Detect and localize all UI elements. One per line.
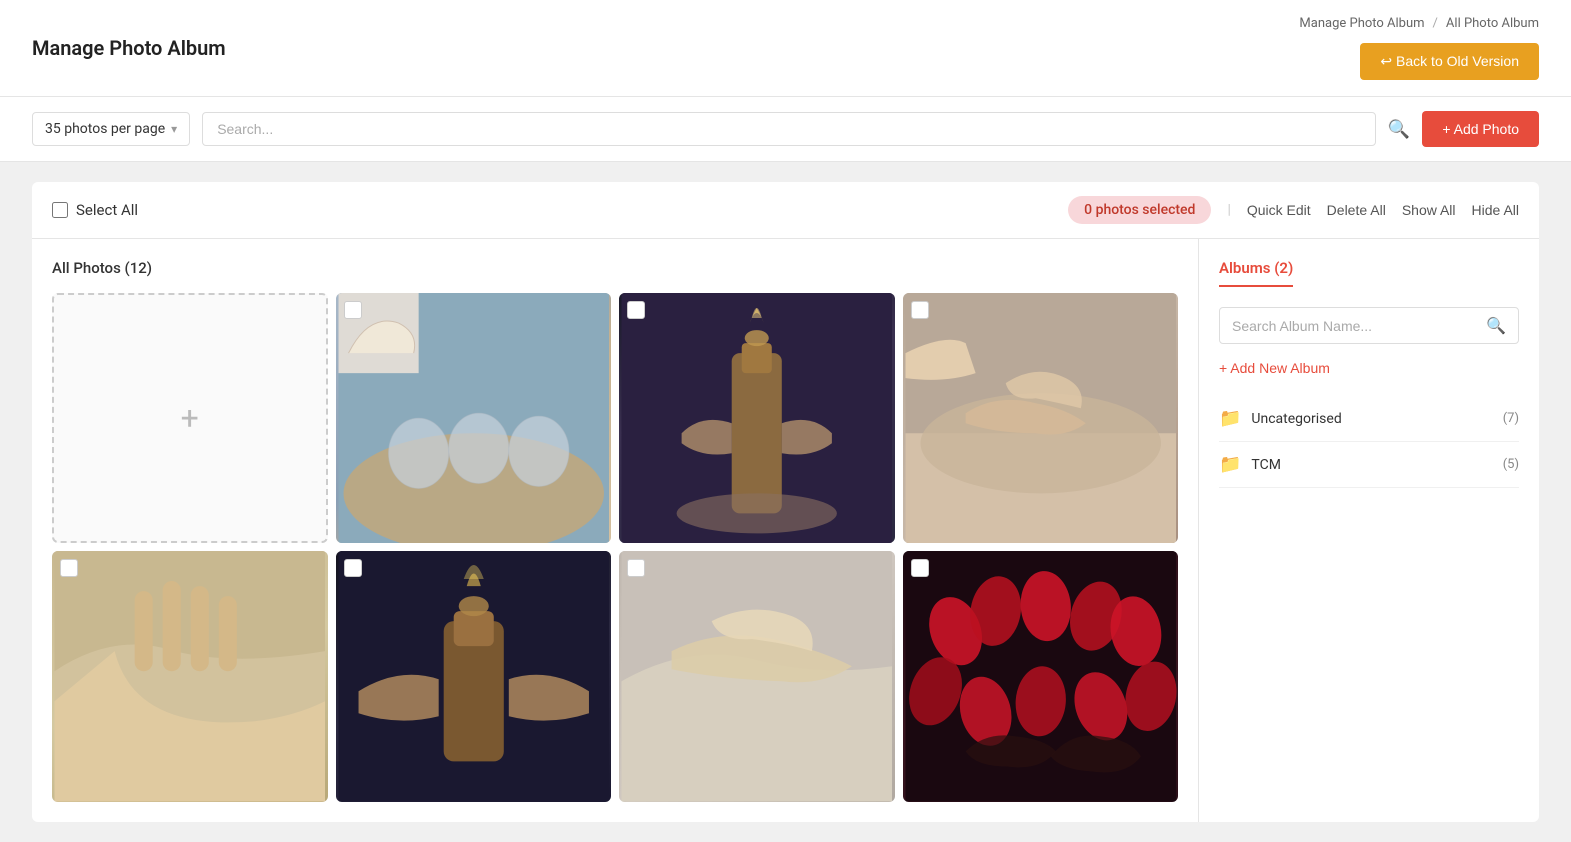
breadcrumb-separator: / xyxy=(1433,16,1438,31)
album-name: Uncategorised xyxy=(1251,411,1341,427)
photo-item[interactable] xyxy=(336,551,612,801)
photo-checkbox[interactable] xyxy=(627,559,645,577)
album-item-left: 📁 TCM xyxy=(1219,454,1281,475)
breadcrumb-current: All Photo Album xyxy=(1446,16,1539,31)
albums-title: Albums (2) xyxy=(1219,259,1293,287)
quick-edit-button[interactable]: Quick Edit xyxy=(1247,202,1311,218)
photo-checkbox[interactable] xyxy=(344,559,362,577)
album-search-input[interactable] xyxy=(1232,318,1486,334)
add-photo-button[interactable]: + Add Photo xyxy=(1422,111,1539,147)
photo-checkbox[interactable] xyxy=(60,559,78,577)
select-all-checkbox[interactable] xyxy=(52,202,68,218)
folder-icon: 📁 xyxy=(1219,454,1241,475)
back-to-old-version-button[interactable]: ↩ Back to Old Version xyxy=(1360,43,1539,80)
photo-item[interactable] xyxy=(619,551,895,801)
breadcrumb: Manage Photo Album / All Photo Album xyxy=(1299,16,1539,31)
album-search-icon[interactable]: 🔍 xyxy=(1486,316,1506,335)
photo-checkbox[interactable] xyxy=(911,301,929,319)
select-all-label[interactable]: Select All xyxy=(76,201,138,219)
photos-section-title: All Photos (12) xyxy=(52,259,1178,277)
show-all-button[interactable]: Show All xyxy=(1402,202,1456,218)
album-item-uncategorised[interactable]: 📁 Uncategorised (7) xyxy=(1219,396,1519,442)
per-page-select[interactable]: 35 photos per page ▾ xyxy=(32,112,190,146)
content-area: Select All 0 photos selected | Quick Edi… xyxy=(0,162,1571,842)
plus-icon: + xyxy=(181,399,199,437)
photo-checkbox[interactable] xyxy=(627,301,645,319)
hide-all-button[interactable]: Hide All xyxy=(1472,202,1519,218)
chevron-down-icon: ▾ xyxy=(171,122,177,136)
album-item-left: 📁 Uncategorised xyxy=(1219,408,1342,429)
delete-all-button[interactable]: Delete All xyxy=(1327,202,1386,218)
action-separator-1: | xyxy=(1227,202,1230,218)
search-input[interactable] xyxy=(217,121,1361,137)
photo-checkbox[interactable] xyxy=(911,559,929,577)
folder-icon: 📁 xyxy=(1219,408,1241,429)
search-icon: 🔍 xyxy=(1388,119,1410,139)
search-button[interactable]: 🔍 xyxy=(1388,119,1410,140)
album-item-tcm[interactable]: 📁 TCM (5) xyxy=(1219,442,1519,488)
top-header: Manage Photo Album Manage Photo Album / … xyxy=(0,0,1571,97)
photo-checkbox[interactable] xyxy=(344,301,362,319)
upload-photo-placeholder[interactable]: + xyxy=(52,293,328,543)
photos-selected-badge: 0 photos selected xyxy=(1068,196,1211,224)
photo-item[interactable] xyxy=(619,293,895,543)
photo-item[interactable] xyxy=(52,551,328,801)
photo-item[interactable] xyxy=(903,293,1179,543)
actions-right: 0 photos selected | Quick Edit Delete Al… xyxy=(1068,196,1519,224)
page-title: Manage Photo Album xyxy=(32,36,226,60)
photos-section: All Photos (12) + xyxy=(32,239,1199,822)
photo-item[interactable] xyxy=(336,293,612,543)
breadcrumb-parent: Manage Photo Album xyxy=(1299,16,1424,31)
toolbar: 35 photos per page ▾ 🔍 + Add Photo xyxy=(0,97,1571,162)
per-page-label: 35 photos per page xyxy=(45,121,165,137)
main-panel: All Photos (12) + xyxy=(32,239,1539,822)
album-list: 📁 Uncategorised (7) 📁 TCM (5) xyxy=(1219,396,1519,488)
photo-grid: + xyxy=(52,293,1178,802)
photo-item[interactable] xyxy=(903,551,1179,801)
album-count: (7) xyxy=(1503,411,1519,426)
selection-bar: Select All 0 photos selected | Quick Edi… xyxy=(32,182,1539,239)
select-all-wrap[interactable]: Select All xyxy=(52,201,138,219)
add-new-album-button[interactable]: + Add New Album xyxy=(1219,360,1330,376)
album-name: TCM xyxy=(1251,457,1281,473)
search-box xyxy=(202,112,1376,146)
albums-sidebar: Albums (2) 🔍 + Add New Album 📁 Uncategor… xyxy=(1199,239,1539,822)
album-count: (5) xyxy=(1503,457,1519,472)
album-search-box: 🔍 xyxy=(1219,307,1519,344)
